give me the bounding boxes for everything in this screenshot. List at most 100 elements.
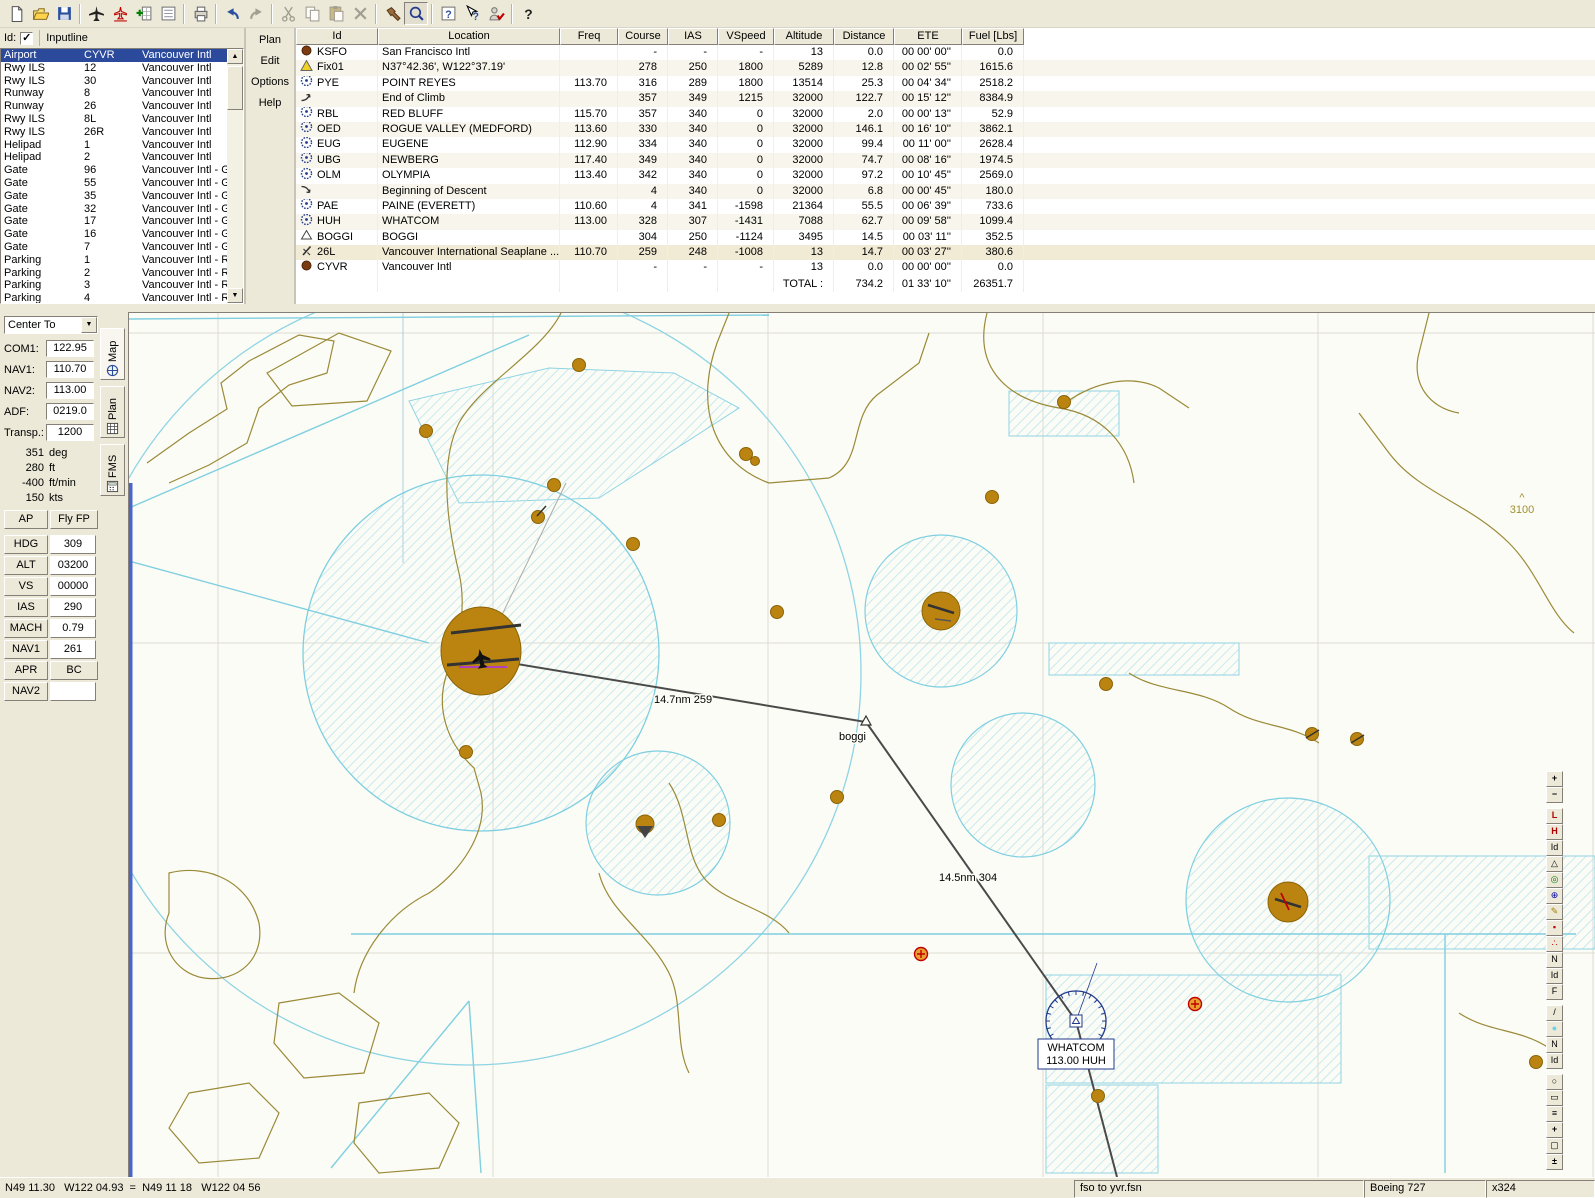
waypoint-row[interactable]: UBGNEWBERG117.4034934003200074.700 08' 1… [296,153,1595,168]
zoom-in-button[interactable]: + [1546,771,1563,787]
list-item[interactable]: AirportCYVRVancouver Intl [1,49,227,62]
frequency-input[interactable]: 110.70 [46,361,94,378]
frequency-input[interactable]: 1200 [46,424,94,441]
show-runways-button[interactable]: / [1546,1005,1563,1021]
ap-nav1-value[interactable]: 261 [50,640,96,659]
column-header[interactable]: Course [618,28,668,45]
show-labels-button[interactable]: ▭ [1546,1090,1563,1106]
list-item[interactable]: Parking2Vancouver Intl - Ramp [1,267,227,280]
waypoint-row[interactable]: PAEPAINE (EVERETT)110.604341-15982136455… [296,199,1595,214]
scroll-up-icon[interactable]: ▲ [227,49,243,64]
list-item[interactable]: Helipad2Vancouver Intl [1,151,227,164]
list-item[interactable]: Runway8Vancouver Intl [1,87,227,100]
undo-icon[interactable] [220,2,244,25]
list-item[interactable]: Parking3Vancouver Intl - Ramp [1,279,227,292]
ap-vs-button[interactable]: VS [4,577,48,596]
ap-alt-value[interactable]: 03200 [50,556,96,575]
show-vor-button[interactable]: ◎ [1546,872,1563,888]
open-file-icon[interactable] [28,2,52,25]
column-header[interactable]: IAS [668,28,718,45]
ap-bc-button[interactable]: BC [50,661,98,680]
add-waypoint-icon[interactable] [132,2,156,25]
ap-nav2-button[interactable]: NAV2 [4,682,48,701]
column-header[interactable]: Distance [834,28,894,45]
show-airspace-button[interactable]: ● [1546,1021,1563,1037]
select-region-button[interactable]: ▢ [1546,1138,1563,1154]
ap-ias-value[interactable]: 290 [50,598,96,617]
scroll-down-icon[interactable]: ▼ [227,288,243,303]
waypoint-row[interactable]: RBLRED BLUFF115.703573400320002.000 00' … [296,107,1595,122]
ap-hdg-button[interactable]: HDG [4,535,48,554]
save-file-icon[interactable] [52,2,76,25]
waypoint-row[interactable]: Beginning of Descent43400320006.800 00' … [296,184,1595,199]
list-item[interactable]: Gate32Vancouver Intl - Gate [1,203,227,216]
show-ndb-button[interactable]: ⊕ [1546,888,1563,904]
waypoint-row[interactable]: End of Climb357349121532000122.700 15' 1… [296,91,1595,106]
column-header[interactable]: VSpeed [718,28,774,45]
list-item[interactable]: Gate55Vancouver Intl - Gate [1,177,227,190]
show-airspace-name-button[interactable]: N [1546,1037,1563,1053]
help-icon[interactable]: ? [436,2,460,25]
new-file-icon[interactable] [4,2,28,25]
column-header[interactable]: ETE [894,28,962,45]
show-ils-button[interactable]: ✎ [1546,904,1563,920]
ap-mach-button[interactable]: MACH [4,619,48,638]
list-item[interactable]: Runway26Vancouver Intl [1,100,227,113]
show-navaid-id-button[interactable]: Id [1546,968,1563,984]
ap-fly-fp-button[interactable]: Fly FP [50,510,98,529]
measure-button[interactable]: ± [1546,1154,1563,1170]
menu-help[interactable]: Help [259,97,282,109]
show-airport-id-button[interactable]: Id [1546,840,1563,856]
waypoint-row[interactable]: BOGGIBOGGI304250-1124349514.500 03' 11''… [296,230,1595,245]
context-help-icon[interactable]: ? [460,2,484,25]
tab-map[interactable]: Map [100,328,125,380]
waypoint-row[interactable]: KSFOSan Francisco Intl---130.000 00' 00'… [296,45,1595,60]
ap-ias-button[interactable]: IAS [4,598,48,617]
center-aircraft-button[interactable]: + [1546,1122,1563,1138]
flight-plan-icon[interactable] [108,2,132,25]
show-lights-button[interactable]: ∴ [1546,936,1563,952]
ap-vs-value[interactable]: 00000 [50,577,96,596]
menu-edit[interactable]: Edit [261,55,280,67]
ap-apr-button[interactable]: APR [4,661,48,680]
menu-options[interactable]: Options [251,76,289,88]
ap-mach-value[interactable]: 0.79 [50,619,96,638]
tools-icon[interactable] [380,2,404,25]
waypoint-row[interactable]: PYEPOINT REYES113.7031628918001351425.30… [296,76,1595,91]
ap-nav1-button[interactable]: NAV1 [4,640,48,659]
show-navaid-freq-button[interactable]: F [1546,984,1563,1000]
label-low-button[interactable]: L [1546,808,1563,824]
menu-plan[interactable]: Plan [259,34,281,46]
list-item[interactable]: Gate7Vancouver Intl - Gate [1,241,227,254]
list-item[interactable]: Rwy ILS8LVancouver Intl [1,113,227,126]
chevron-down-icon[interactable]: ▼ [81,317,97,333]
airport-facility-list[interactable]: AirportCYVRVancouver IntlRwy ILS12Vancou… [0,48,244,304]
frequency-input[interactable]: 0219.0 [46,403,94,420]
show-circles-button[interactable]: ○ [1546,1074,1563,1090]
ap-hdg-value[interactable]: 309 [50,535,96,554]
zoom-out-button[interactable]: − [1546,787,1563,803]
print-icon[interactable] [188,2,212,25]
frequency-input[interactable]: 113.00 [46,382,94,399]
zoom-icon[interactable] [404,2,428,25]
vancouver-airport[interactable] [441,607,521,695]
label-high-button[interactable]: H [1546,824,1563,840]
show-fix-button[interactable]: △ [1546,856,1563,872]
list-item[interactable]: Helipad1Vancouver Intl [1,139,227,152]
list-item[interactable]: Gate35Vancouver Intl - Gate [1,190,227,203]
user-check-icon[interactable] [484,2,508,25]
list-view-icon[interactable] [156,2,180,25]
list-item[interactable]: Rwy ILS26RVancouver Intl [1,126,227,139]
ap-ap-button[interactable]: AP [4,510,48,529]
map-canvas[interactable]: WHATCOM 113.00 HUH 14.7nm 259 boggi 14.5… [129,313,1595,1177]
waypoint-row[interactable]: OLMOLYMPIA113.4034234003200097.200 10' 4… [296,168,1595,183]
list-item[interactable]: Gate16Vancouver Intl - Gate [1,228,227,241]
list-item[interactable]: Parking4Vancouver Intl - Ramp [1,292,227,304]
center-to-dropdown[interactable]: Center To ▼ [4,316,98,334]
list-item[interactable]: Gate17Vancouver Intl - Gate [1,215,227,228]
column-header[interactable]: Id [296,28,378,45]
show-navaid-name-button[interactable]: N [1546,952,1563,968]
waypoint-row[interactable]: HUHWHATCOM113.00328307-1431708862.700 09… [296,214,1595,229]
list-item[interactable]: Rwy ILS12Vancouver Intl [1,62,227,75]
ap-nav2-value[interactable] [50,682,96,701]
